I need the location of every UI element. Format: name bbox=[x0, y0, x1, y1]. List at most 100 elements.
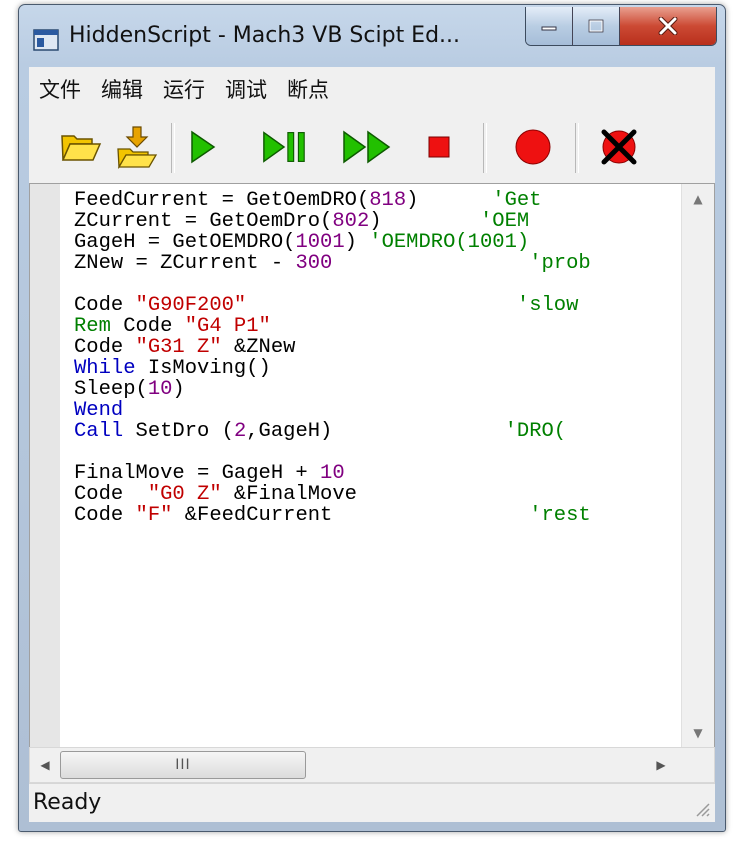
code-text[interactable]: FeedCurrent = GetOemDRO(818) 'Get ZCurren… bbox=[74, 190, 678, 526]
save-load-icon bbox=[117, 126, 158, 169]
maximize-icon bbox=[588, 19, 604, 33]
code-line[interactable]: ZNew = ZCurrent - 300 'prob bbox=[74, 253, 678, 274]
menu-breakpoint[interactable]: 断点 bbox=[277, 74, 339, 104]
close-icon bbox=[658, 17, 678, 35]
step-pause-icon bbox=[263, 131, 305, 163]
menu-bar: 文件 编辑 运行 调试 断点 bbox=[29, 67, 715, 112]
minimize-button[interactable] bbox=[526, 7, 572, 45]
status-text: Ready bbox=[33, 790, 102, 815]
scroll-thumb-grip: III bbox=[175, 757, 191, 773]
code-token: Rem bbox=[74, 315, 111, 338]
code-token: 'OEM bbox=[479, 210, 530, 233]
code-line[interactable]: FinalMove = GageH + 10 bbox=[74, 463, 678, 484]
code-token: 1001 bbox=[295, 231, 345, 254]
code-line[interactable] bbox=[74, 274, 678, 295]
app-icon bbox=[33, 29, 59, 51]
minimize-icon bbox=[541, 26, 557, 31]
menu-debug[interactable]: 调试 bbox=[215, 74, 277, 104]
code-token: 'OEMDRO(1001) bbox=[369, 231, 530, 254]
code-line[interactable]: Call SetDro (2,GageH) 'DRO( bbox=[74, 421, 678, 442]
code-token: Wend bbox=[74, 399, 124, 422]
code-token: "G4 P1" bbox=[184, 315, 271, 338]
menu-file[interactable]: 文件 bbox=[29, 74, 91, 104]
code-token: "G0 Z" bbox=[147, 483, 222, 506]
horizontal-scroll-thumb[interactable]: III bbox=[60, 751, 306, 779]
save-button[interactable] bbox=[113, 119, 161, 175]
code-token: Sleep( bbox=[74, 378, 148, 401]
code-token: Code bbox=[74, 483, 148, 506]
scroll-up-arrow-icon[interactable]: ▲ bbox=[682, 184, 714, 214]
code-token: FeedCurrent = GetOemDRO( bbox=[74, 190, 370, 212]
code-token: Call bbox=[74, 420, 124, 443]
code-line[interactable] bbox=[74, 442, 678, 463]
code-line[interactable]: FeedCurrent = GetOemDRO(818) 'Get bbox=[74, 190, 678, 211]
clear-breakpoint-icon bbox=[601, 129, 637, 165]
toolbar-separator bbox=[575, 123, 579, 173]
code-token: ZNew = ZCurrent - bbox=[74, 252, 296, 275]
code-token: Code bbox=[74, 294, 136, 317]
code-token: 802 bbox=[332, 210, 370, 233]
code-token: SetDro ( bbox=[123, 420, 234, 443]
menu-run[interactable]: 运行 bbox=[153, 74, 215, 104]
code-token: "G90F200" bbox=[135, 294, 247, 317]
code-token: While bbox=[74, 357, 136, 380]
step-button[interactable] bbox=[261, 119, 309, 175]
fast-forward-icon bbox=[343, 130, 391, 164]
code-line[interactable]: While IsMoving() bbox=[74, 358, 678, 379]
scroll-down-arrow-icon[interactable]: ▼ bbox=[682, 718, 714, 748]
toolbar-separator bbox=[483, 123, 487, 173]
vertical-scrollbar[interactable]: ▲ ▼ bbox=[681, 184, 714, 748]
toolbar-separator bbox=[171, 123, 175, 173]
resize-grip-icon[interactable] bbox=[691, 798, 711, 818]
code-editor[interactable]: FeedCurrent = GetOemDRO(818) 'Get ZCurren… bbox=[29, 183, 715, 749]
menu-edit[interactable]: 编辑 bbox=[91, 74, 153, 104]
code-line[interactable]: Code "G0 Z" &FinalMove bbox=[74, 484, 678, 505]
code-token: 'prob bbox=[529, 252, 591, 275]
scroll-left-arrow-icon[interactable]: ◀ bbox=[30, 748, 60, 782]
code-token: 10 bbox=[320, 462, 345, 485]
code-line[interactable]: Code "G31 Z" &ZNew bbox=[74, 337, 678, 358]
window-title: HiddenScript - Mach3 VB Scipt Ed... bbox=[69, 23, 461, 48]
code-token: 'slow bbox=[516, 294, 579, 317]
code-token: GageH = GetOEMDRO( bbox=[74, 231, 296, 254]
code-token: &ZNew bbox=[221, 336, 296, 359]
code-token: 'rest bbox=[529, 504, 591, 526]
code-line[interactable]: Rem Code "G4 P1" bbox=[74, 316, 678, 337]
code-token: ZCurrent = GetOemDro( bbox=[74, 210, 333, 233]
breakpoint-icon bbox=[515, 129, 551, 165]
code-line[interactable]: GageH = GetOEMDRO(1001) 'OEMDRO(1001) bbox=[74, 232, 678, 253]
code-token: FinalMove = GageH + bbox=[74, 462, 321, 485]
code-token: "G31 Z" bbox=[135, 336, 222, 359]
code-token: Code bbox=[74, 504, 136, 526]
code-token: Code bbox=[74, 336, 136, 359]
code-line[interactable]: Code "G90F200" 'slow bbox=[74, 295, 678, 316]
horizontal-scrollbar[interactable]: ◀ III ▶ bbox=[29, 747, 715, 783]
breakpoint-button[interactable] bbox=[509, 119, 557, 175]
code-token: IsMoving() bbox=[135, 357, 271, 380]
code-token: ,GageH) bbox=[246, 420, 505, 443]
code-token: 'Get bbox=[492, 190, 542, 212]
open-folder-icon bbox=[61, 135, 102, 161]
code-line[interactable]: Sleep(10) bbox=[74, 379, 678, 400]
code-line[interactable]: ZCurrent = GetOemDro(802) 'OEM bbox=[74, 211, 678, 232]
title-bar[interactable]: HiddenScript - Mach3 VB Scipt Ed... bbox=[19, 5, 725, 65]
code-line[interactable]: Wend bbox=[74, 400, 678, 421]
clear-breakpoints-button[interactable] bbox=[595, 119, 643, 175]
code-line[interactable]: Code "F" &FeedCurrent 'rest bbox=[74, 505, 678, 526]
code-token: &FeedCurrent bbox=[172, 504, 530, 526]
maximize-button[interactable] bbox=[572, 7, 619, 45]
code-token: 'DRO( bbox=[504, 420, 567, 443]
code-token: 2 bbox=[233, 420, 247, 443]
fast-forward-button[interactable] bbox=[337, 119, 397, 175]
code-token: ) bbox=[406, 190, 493, 212]
close-button[interactable] bbox=[619, 7, 716, 45]
stop-button[interactable] bbox=[415, 119, 463, 175]
run-button[interactable] bbox=[179, 119, 227, 175]
code-token: ) bbox=[172, 378, 185, 401]
code-token: Code bbox=[110, 315, 185, 338]
open-button[interactable] bbox=[57, 119, 105, 175]
scroll-right-arrow-icon[interactable]: ▶ bbox=[646, 748, 676, 782]
stop-icon bbox=[428, 136, 450, 158]
